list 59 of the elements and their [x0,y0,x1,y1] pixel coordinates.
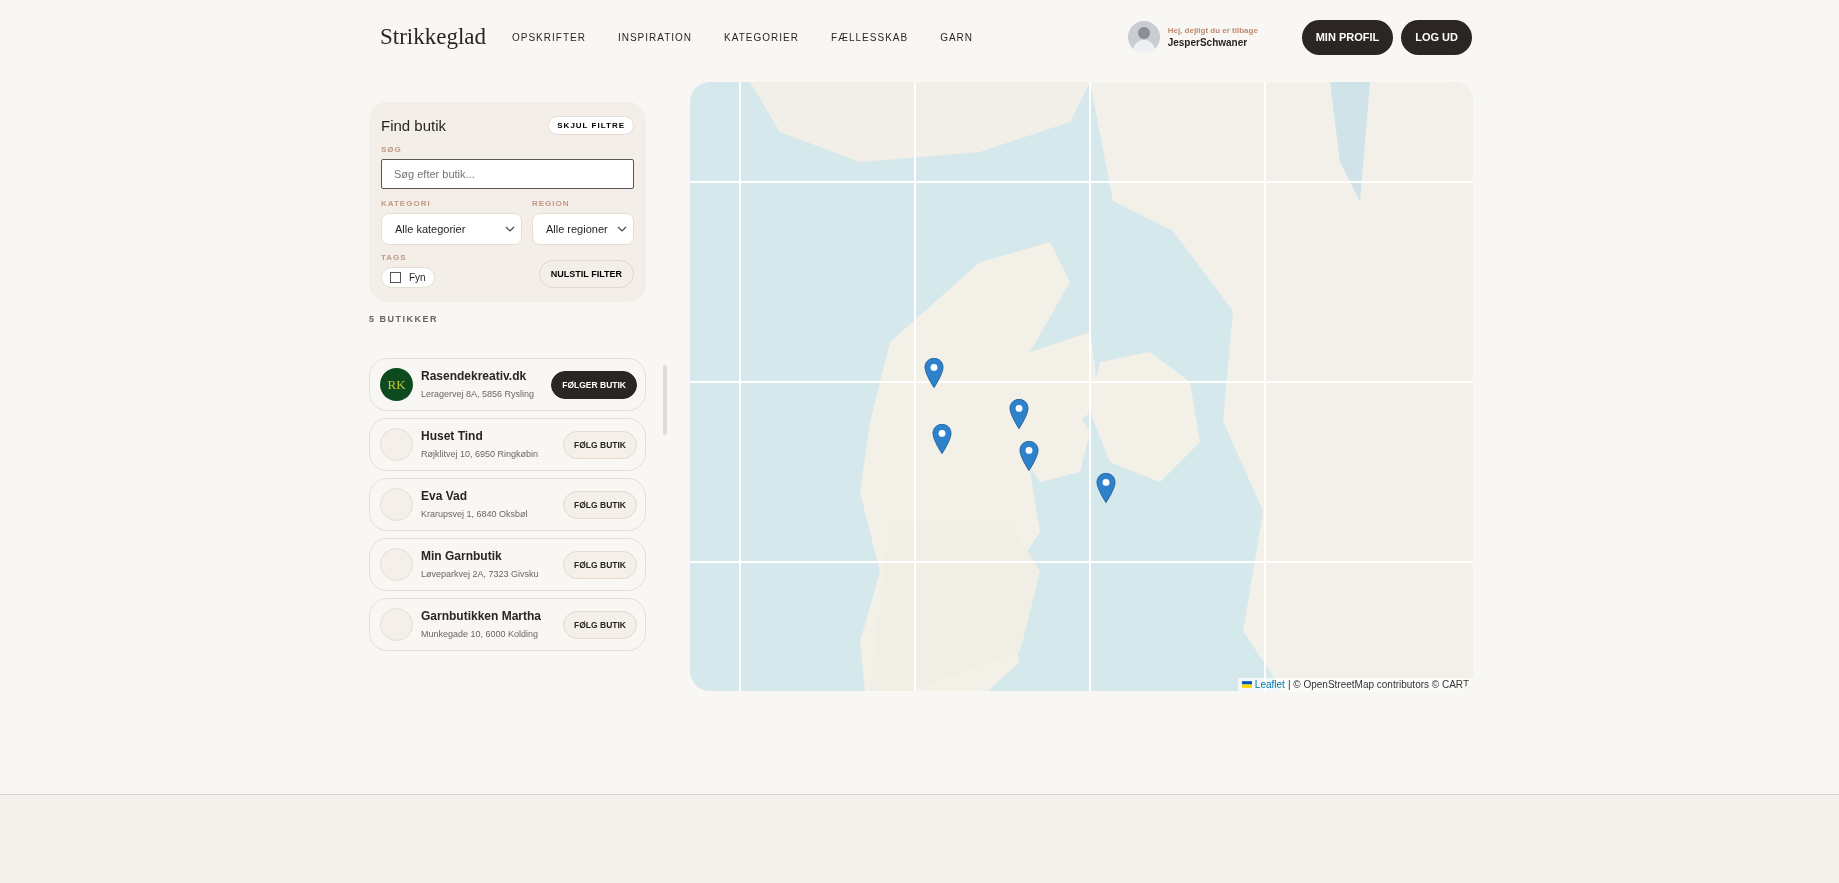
field-label: KATEGORI [381,199,432,208]
tag-chip[interactable]: Fyn [381,267,435,288]
attribution-text: | © OpenStreetMap contributors © CART [1287,679,1469,690]
store-card[interactable]: Garnbutikken Martha Munkegade 10, 6000 Kolding FØLG BUTIK [369,598,646,651]
store-card[interactable]: Huset Tind Røjklitvej 10, 6950 Ringkøbin FØLG BUTIK [369,418,646,471]
site-logo[interactable]: Strikkeglad [380,24,512,50]
nav-link[interactable]: KATEGORIER [724,31,799,43]
store-name: Garnbutikken Martha [421,609,543,623]
reset-filter-button[interactable]: NULSTIL FILTER [538,260,634,288]
follow-button[interactable]: FØLG BUTIK [563,610,637,639]
store-address: Løveparkvej 2A, 7323 Givsku [421,568,540,580]
store-logo: RK [380,368,413,401]
store-address: Munkegade 10, 6000 Kolding [421,628,540,640]
follow-button[interactable]: FØLG BUTIK [563,430,637,459]
store-name: Huset Tind [421,429,484,443]
map-pin-icon[interactable] [1095,472,1117,504]
hide-filters-button[interactable]: SKJUL FILTRE [548,116,634,135]
logo-placeholder [380,428,413,461]
chevron-down-icon [617,226,627,232]
store-address: Røjklitvej 10, 6950 Ringkøbin [421,448,540,460]
logo-placeholder [380,548,413,581]
greeting-text: Hej, dejligt du er tilbage [1167,26,1259,35]
region-dropdown[interactable]: Alle regioner [531,213,634,245]
store-count: 5 BUTIKKER [369,314,439,324]
store-name: Eva Vad [421,489,469,503]
chevron-down-icon [504,226,515,232]
username: JesperSchwaner [1167,37,1249,48]
map-pin-icon[interactable] [923,357,945,389]
map-pin-icon[interactable] [931,423,953,455]
checkbox[interactable] [390,272,401,283]
user-avatar[interactable] [1127,21,1160,53]
map-pin-icon[interactable] [1018,440,1040,472]
field-label: REGION [531,199,571,208]
map-pin-icon[interactable] [1008,398,1030,430]
nav-link[interactable]: FÆLLESSKAB [830,31,909,43]
search-field[interactable]: Søg efter butik... [381,159,634,189]
store-name: Min Garnbutik [421,549,503,563]
field-label: TAGS [381,253,408,262]
store-card[interactable]: RK Rasendekreativ.dk Leragervej 8A, 5856 Rysling FØLGER BUTIK [369,358,646,411]
store-address: Leragervej 8A, 5856 Rysling [421,388,536,400]
logo-placeholder [380,488,413,521]
flag-icon [1241,681,1252,688]
logout-button[interactable]: LOG UD [1401,19,1472,55]
category-dropdown[interactable]: Alle kategorier [381,213,522,245]
nav-link[interactable]: GARN [940,31,974,43]
store-name: Rasendekreativ.dk [421,369,528,383]
profile-button[interactable]: MIN PROFIL [1301,19,1394,55]
leaflet-link[interactable]: Leaflet [1254,679,1285,690]
store-address: Krarupsvej 1, 6840 Oksbøl [421,508,529,520]
field-label: SØG [381,145,403,154]
nav-link[interactable]: OPSKRIFTER [512,31,586,43]
follow-button[interactable]: FØLGER BUTIK [551,370,637,399]
follow-button[interactable]: FØLG BUTIK [563,550,637,579]
filter-title: Find butik [381,117,447,134]
store-card[interactable]: Min Garnbutik Løveparkvej 2A, 7323 Givsku FØLG BUTIK [369,538,646,591]
nav-link[interactable]: INSPIRATION [617,31,693,43]
logo-placeholder [380,608,413,641]
store-card[interactable]: Eva Vad Krarupsvej 1, 6840 Oksbøl FØLG BUTIK [369,478,646,531]
follow-button[interactable]: FØLG BUTIK [563,490,637,519]
